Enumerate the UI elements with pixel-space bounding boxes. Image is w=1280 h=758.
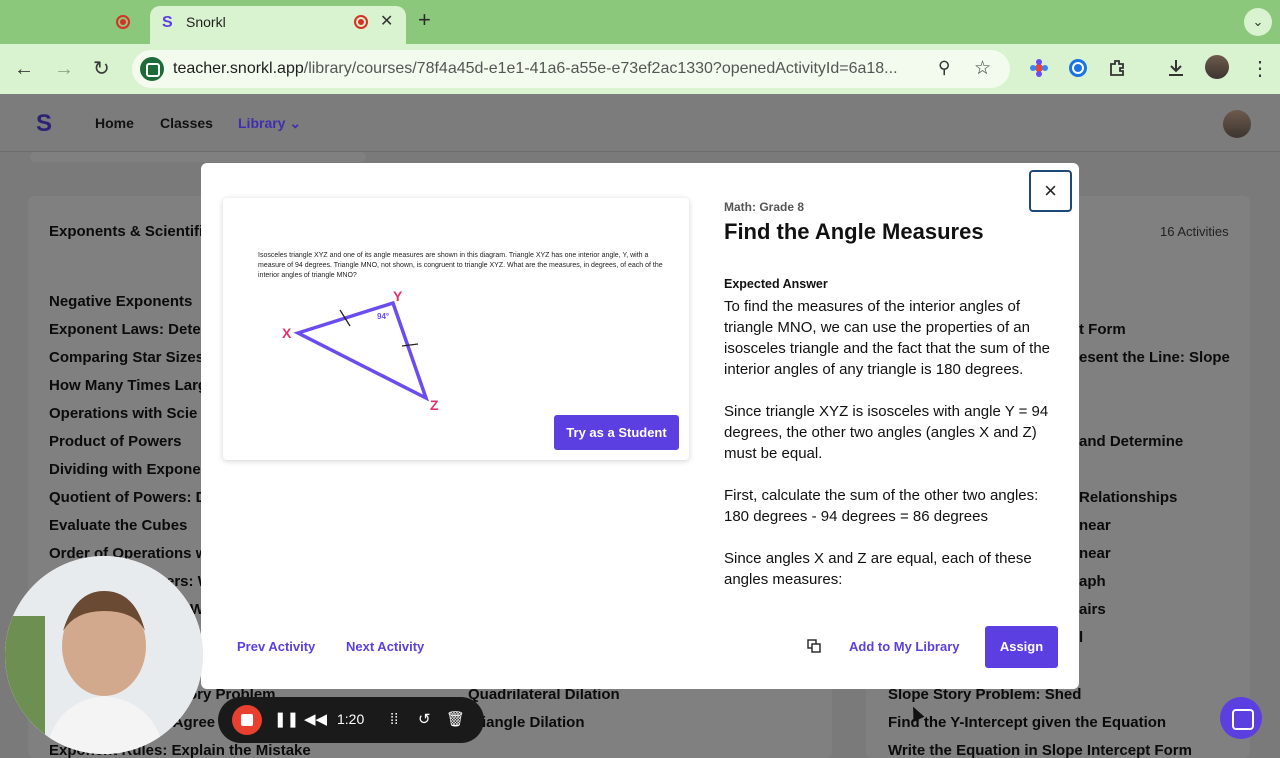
list-item[interactable]: Relationships <box>1079 489 1177 506</box>
browser-tab-bar: S Snorkl ✕ + ⌄ <box>0 0 1280 44</box>
app-header: S Home Classes Library ⌄ <box>0 94 1280 152</box>
snorkl-logo[interactable]: S <box>36 110 52 138</box>
list-item[interactable]: l <box>1079 629 1083 646</box>
list-item[interactable]: Evaluate the Cubes <box>49 517 187 534</box>
list-item[interactable]: Product of Powers <box>49 433 182 450</box>
tab-search-chevron-icon[interactable]: ⌄ <box>1244 8 1272 36</box>
list-item[interactable]: near <box>1079 545 1111 562</box>
activity-title: Find the Angle Measures <box>724 219 984 244</box>
nav-classes[interactable]: Classes <box>160 115 213 131</box>
download-icon[interactable] <box>1166 58 1186 78</box>
vertex-label-y: Y <box>393 288 403 304</box>
back-arrow-icon[interactable]: ← <box>14 57 34 81</box>
activity-count: 16 Activities <box>1160 224 1229 239</box>
list-item[interactable]: iangle Dilation <box>482 714 585 731</box>
prev-activity-link[interactable]: Prev Activity <box>237 639 315 654</box>
vertex-label-x: X <box>282 325 292 341</box>
activity-preview-card: Isosceles triangle XYZ and one of its an… <box>223 198 689 460</box>
list-item[interactable]: Negative Exponents <box>49 293 192 310</box>
new-tab-icon[interactable]: + <box>418 9 431 31</box>
answer-paragraph: To find the measures of the interior ang… <box>724 298 1051 378</box>
next-activity-link[interactable]: Next Activity <box>346 639 424 654</box>
browser-toolbar: ← → ↻ teacher.snorkl.app/library/courses… <box>0 44 1280 94</box>
list-item[interactable]: esent the Line: Slope <box>1079 349 1230 366</box>
pause-icon[interactable]: ❚❚ <box>274 709 299 731</box>
bg-card-top <box>30 152 366 162</box>
browser-tab-inactive[interactable] <box>0 6 150 44</box>
close-modal-button[interactable]: × <box>1029 170 1072 212</box>
user-avatar[interactable] <box>1223 110 1251 138</box>
trash-icon[interactable]: 🗑 <box>446 709 465 731</box>
nav-library[interactable]: Library ⌄ <box>238 115 301 132</box>
list-item[interactable]: and Determine <box>1079 433 1183 450</box>
extension-c-icon[interactable] <box>1068 58 1088 78</box>
zoom-search-icon[interactable]: ⚲ <box>938 58 950 78</box>
list-item[interactable]: Comparing Star Sizes <box>49 349 204 366</box>
close-tab-icon[interactable]: ✕ <box>380 11 393 31</box>
expected-answer-text[interactable]: To find the measures of the interior ang… <box>724 296 1064 612</box>
list-item[interactable]: Operations with Scie <box>49 405 197 422</box>
url-text[interactable]: teacher.snorkl.app/library/courses/78f4a… <box>173 60 898 78</box>
rewind-icon[interactable]: ◀◀ <box>304 709 327 731</box>
section-title: Exponents & Scientific <box>49 223 212 240</box>
site-info-icon[interactable] <box>140 57 164 81</box>
extension-flower-icon[interactable] <box>1029 58 1049 78</box>
tab-title: Snorkl <box>186 14 226 30</box>
list-item[interactable]: How Many Times Larg <box>49 377 207 394</box>
recording-indicator-icon <box>354 15 368 29</box>
extensions-puzzle-icon[interactable] <box>1108 58 1128 78</box>
stop-recording-button[interactable] <box>232 705 262 735</box>
list-item[interactable]: aph <box>1079 573 1106 590</box>
list-item[interactable]: Dividing with Exponen <box>49 461 210 478</box>
expected-answer-label: Expected Answer <box>724 277 828 291</box>
list-item[interactable]: Write the Equation in Slope Intercept Fo… <box>888 742 1192 758</box>
list-item[interactable]: Quotient of Powers: D <box>49 489 207 506</box>
recording-controls: ❚❚ ◀◀ 1:20 ⁞⁞ ↺ 🗑 <box>218 697 484 743</box>
recording-indicator-icon <box>116 15 130 29</box>
try-as-student-button[interactable]: Try as a Student <box>554 415 679 450</box>
profile-avatar[interactable] <box>1205 55 1229 79</box>
support-chat-button[interactable] <box>1220 697 1262 739</box>
answer-paragraph: Since angles X and Z are equal, each of … <box>724 550 1032 588</box>
restart-icon[interactable]: ↺ <box>418 709 431 731</box>
presenter-video <box>5 556 203 754</box>
browser-tab-active[interactable]: S Snorkl ✕ <box>150 6 406 44</box>
list-item[interactable]: airs <box>1079 601 1106 618</box>
list-item[interactable]: t Form <box>1079 321 1126 338</box>
close-icon: × <box>1044 178 1057 203</box>
copy-icon[interactable] <box>807 639 821 653</box>
add-to-library-link[interactable]: Add to My Library <box>849 639 960 654</box>
reload-icon[interactable]: ↻ <box>93 57 110 81</box>
answer-paragraph: Since triangle XYZ is isosceles with ang… <box>724 403 1049 462</box>
nav-home[interactable]: Home <box>95 115 134 131</box>
grade-label: Math: Grade 8 <box>724 200 805 214</box>
webcam-bubble[interactable] <box>5 556 203 754</box>
preview-prompt-text: Isosceles triangle XYZ and one of its an… <box>258 252 663 279</box>
chevron-down-icon: ⌄ <box>289 115 302 131</box>
vertex-label-z: Z <box>430 397 439 413</box>
assign-button[interactable]: Assign <box>985 626 1058 668</box>
grid-icon[interactable]: ⁞⁞ <box>390 709 398 731</box>
list-item[interactable]: Exponent Laws: Deter <box>49 321 207 338</box>
answer-paragraph: First, calculate the sum of the other tw… <box>724 487 1039 525</box>
forward-arrow-icon[interactable]: → <box>54 57 74 81</box>
address-bar[interactable]: teacher.snorkl.app/library/courses/78f4a… <box>132 50 1010 88</box>
activity-modal: Isosceles triangle XYZ and one of its an… <box>201 163 1079 689</box>
snorkl-favicon-icon: S <box>162 14 173 31</box>
list-item[interactable]: Find the Y-Intercept given the Equation <box>888 714 1166 731</box>
angle-label: 94° <box>377 312 389 321</box>
list-item[interactable]: near <box>1079 517 1111 534</box>
more-menu-icon[interactable]: ⋮ <box>1250 57 1270 81</box>
recording-time: 1:20 <box>337 711 365 727</box>
bookmark-star-icon[interactable]: ☆ <box>974 57 991 80</box>
triangle-diagram: X Y Z 94° <box>282 288 439 413</box>
